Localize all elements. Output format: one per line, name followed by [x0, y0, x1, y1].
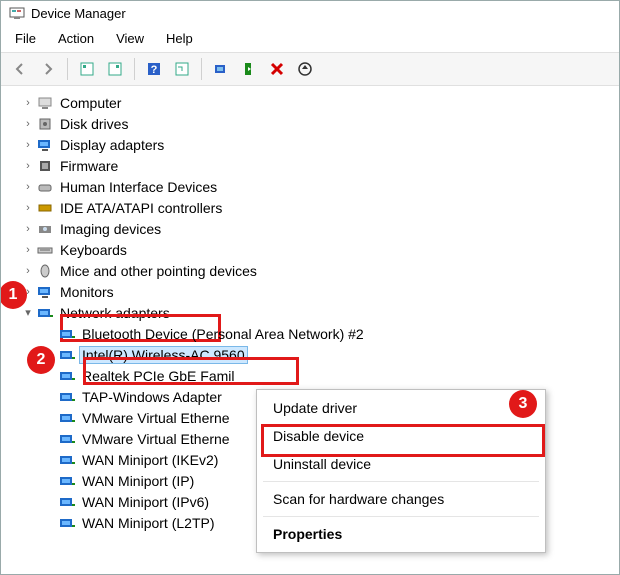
context-menu[interactable]: Update driverDisable deviceUninstall dev… [256, 389, 546, 553]
tree-item[interactable]: › Keyboards [13, 239, 613, 260]
imaging-icon [37, 221, 53, 237]
network-adapter-icon [59, 410, 75, 426]
window-title: Device Manager [31, 6, 126, 21]
tree-item[interactable]: › Human Interface Devices [13, 176, 613, 197]
tree-item[interactable]: › Firmware [13, 155, 613, 176]
network-adapter-icon [59, 452, 75, 468]
ide-icon [37, 200, 53, 216]
menu-file[interactable]: File [11, 29, 40, 48]
tree-item-adapter[interactable]: ›Bluetooth Device (Personal Area Network… [13, 323, 613, 344]
menubar: File Action View Help [1, 25, 619, 52]
device-manager-window: Device Manager File Action View Help ? ›… [0, 0, 620, 575]
tree-item-label: Realtek PCIe GbE Famil [79, 367, 238, 385]
forward-button[interactable] [35, 56, 61, 82]
tree-item[interactable]: › Imaging devices [13, 218, 613, 239]
tree-item-label: Human Interface Devices [57, 178, 220, 196]
refresh-button[interactable] [169, 56, 195, 82]
network-adapter-icon [59, 494, 75, 510]
toolbar-divider [201, 58, 202, 80]
show-hidden-button[interactable] [74, 56, 100, 82]
tree-item-label: Intel(R) Wireless-AC 9560 [79, 346, 248, 364]
back-button[interactable] [7, 56, 33, 82]
context-menu-item[interactable]: Update driver [257, 394, 545, 422]
disk-icon [37, 116, 53, 132]
hid-icon [37, 179, 53, 195]
expand-icon[interactable]: › [21, 139, 35, 151]
tree-item-label: Computer [57, 94, 124, 112]
enable-button[interactable] [236, 56, 262, 82]
network-adapter-icon [59, 473, 75, 489]
tree-item-label: WAN Miniport (IP) [79, 472, 197, 490]
context-menu-item[interactable]: Properties [257, 520, 545, 548]
tree-item[interactable]: › IDE ATA/ATAPI controllers [13, 197, 613, 218]
network-adapter-icon [59, 431, 75, 447]
menu-separator [263, 481, 539, 482]
tree-item-label: IDE ATA/ATAPI controllers [57, 199, 225, 217]
tree-item-label: Monitors [57, 283, 117, 301]
app-icon [9, 5, 25, 21]
expand-icon[interactable]: › [21, 202, 35, 214]
update-driver-button[interactable] [208, 56, 234, 82]
toolbar-divider [134, 58, 135, 80]
network-adapter-icon [59, 389, 75, 405]
tree-item-label: Disk drives [57, 115, 131, 133]
menu-view[interactable]: View [112, 29, 148, 48]
tree-item[interactable]: › Disk drives [13, 113, 613, 134]
menu-action[interactable]: Action [54, 29, 98, 48]
context-menu-item[interactable]: Uninstall device [257, 450, 545, 478]
tree-item[interactable]: › Monitors [13, 281, 613, 302]
tree-item-label: Display adapters [57, 136, 167, 154]
expand-icon[interactable]: ▾ [21, 306, 35, 319]
expand-icon[interactable]: › [21, 286, 35, 298]
tree-item-label: WAN Miniport (IKEv2) [79, 451, 221, 469]
scan-button[interactable] [292, 56, 318, 82]
expand-icon[interactable]: › [21, 97, 35, 109]
titlebar: Device Manager [1, 1, 619, 25]
tree-item-adapter[interactable]: ›Intel(R) Wireless-AC 9560 [13, 344, 613, 365]
toolbar: ? [1, 52, 619, 86]
mouse-icon [37, 263, 53, 279]
firmware-icon [37, 158, 53, 174]
network-adapter-icon [59, 326, 75, 342]
tree-item[interactable]: › Display adapters [13, 134, 613, 155]
tree-item-label: Mice and other pointing devices [57, 262, 260, 280]
tree-item-label: Keyboards [57, 241, 130, 259]
network-adapter-icon [59, 515, 75, 531]
tree-item-label: VMware Virtual Etherne [79, 430, 233, 448]
expand-icon[interactable]: › [21, 244, 35, 256]
menu-help[interactable]: Help [162, 29, 197, 48]
tree-item[interactable]: › Mice and other pointing devices [13, 260, 613, 281]
tree-item-label: Bluetooth Device (Personal Area Network)… [79, 325, 367, 343]
computer-icon [37, 95, 53, 111]
context-menu-item[interactable]: Disable device [257, 422, 545, 450]
keyboard-icon [37, 242, 53, 258]
tree-item-label: VMware Virtual Etherne [79, 409, 233, 427]
tree-item-label: Network adapters [57, 304, 173, 322]
expand-icon[interactable]: › [21, 223, 35, 235]
tree-item-adapter[interactable]: ›Realtek PCIe GbE Famil [13, 365, 613, 386]
monitor-icon [37, 284, 53, 300]
menu-separator [263, 516, 539, 517]
context-menu-item[interactable]: Scan for hardware changes [257, 485, 545, 513]
expand-icon[interactable]: › [21, 160, 35, 172]
tree-item-label: Imaging devices [57, 220, 164, 238]
display-icon [37, 137, 53, 153]
network-adapter-icon [59, 368, 75, 384]
tree-item-label: WAN Miniport (L2TP) [79, 514, 218, 532]
expand-icon[interactable]: › [21, 265, 35, 277]
tree-item[interactable]: › Computer [13, 92, 613, 113]
network-adapter-icon [59, 347, 75, 363]
expand-icon[interactable]: › [21, 181, 35, 193]
tree-item-network-adapters[interactable]: ▾ Network adapters [13, 302, 613, 323]
tree-item-label: Firmware [57, 157, 121, 175]
view-button[interactable] [102, 56, 128, 82]
network-adapter-icon [37, 305, 53, 321]
tree-item-label: WAN Miniport (IPv6) [79, 493, 212, 511]
svg-text:?: ? [151, 64, 158, 76]
tree-item-label: TAP-Windows Adapter [79, 388, 232, 406]
uninstall-button[interactable] [264, 56, 290, 82]
toolbar-divider [67, 58, 68, 80]
help-button[interactable]: ? [141, 56, 167, 82]
expand-icon[interactable]: › [21, 118, 35, 130]
